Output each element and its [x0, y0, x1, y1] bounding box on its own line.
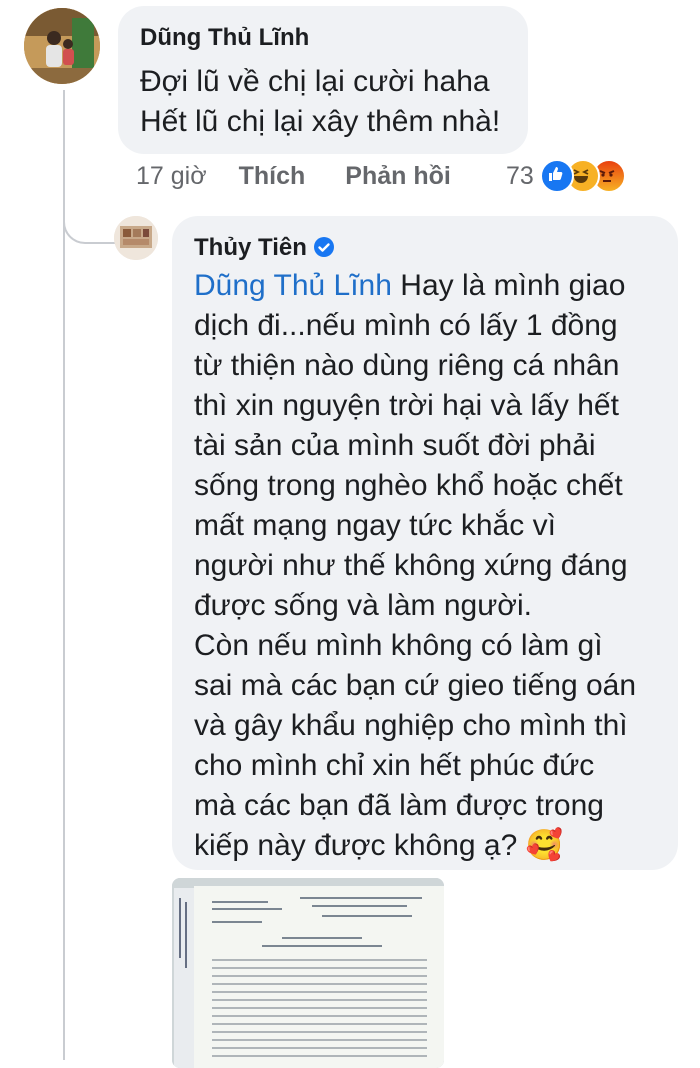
comment-actions: 17 giờ Thích Phản hồi [136, 158, 451, 194]
thread-line-curve [63, 200, 117, 244]
like-button[interactable]: Thích [239, 162, 306, 191]
reply-button[interactable]: Phản hồi [345, 162, 451, 191]
comment-bubble[interactable]: Dũng Thủ Lĩnh Đợi lũ về chị lại cười hah… [118, 6, 528, 154]
document-photo-icon[interactable] [172, 878, 444, 1068]
comment-author[interactable]: Dũng Thủ Lĩnh [140, 24, 309, 52]
reaction-count: 73 [506, 161, 534, 190]
like-icon [539, 159, 574, 193]
thread-line-vertical [63, 90, 65, 1060]
reply-text: Dũng Thủ Lĩnh Hay là mình giao dịch đi..… [194, 266, 674, 866]
reply-author-row: Thủy Tiên [194, 234, 335, 262]
reaction-summary[interactable]: 73 [506, 158, 626, 194]
verified-badge-icon [313, 237, 334, 257]
comment-text: Đợi lũ về chị lại cười haha Hết lũ chị l… [140, 65, 501, 138]
comment-time[interactable]: 17 giờ [136, 162, 207, 191]
reply-bubble[interactable]: Thủy Tiên Dũng Thủ Lĩnh Hay là mình giao… [172, 216, 678, 870]
smiling-hearts-emoji: 🥰 [525, 829, 563, 862]
avatar-thuy-tien[interactable] [114, 216, 158, 260]
reply-author[interactable]: Thủy Tiên [194, 234, 307, 261]
avatar-dung-thu-linh[interactable] [24, 8, 100, 84]
reply-body: Hay là mình giao dịch đi...nếu mình có l… [194, 269, 637, 862]
mention-link[interactable]: Dũng Thủ Lĩnh [194, 269, 392, 302]
